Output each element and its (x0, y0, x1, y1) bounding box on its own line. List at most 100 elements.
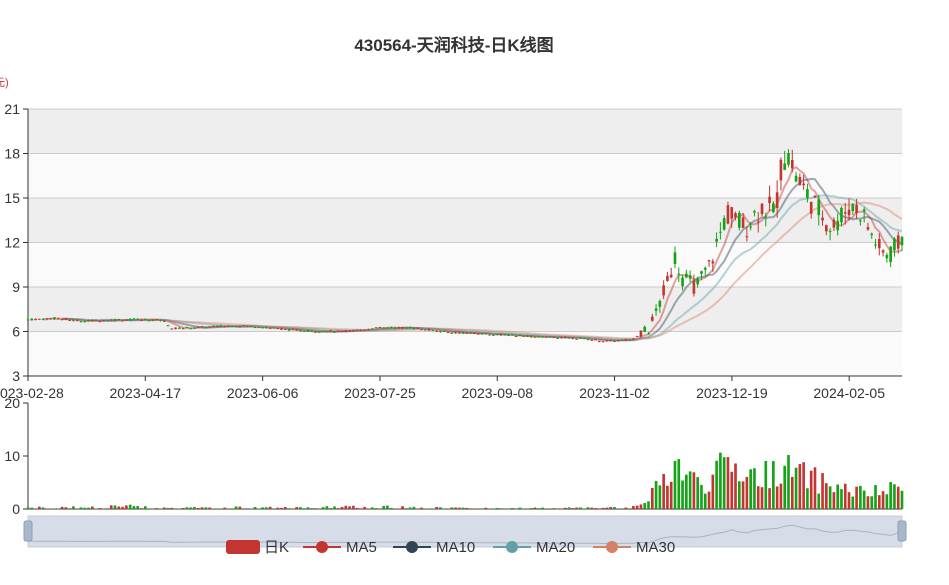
candle-body (893, 238, 896, 251)
candle-body (340, 330, 344, 332)
grid-band (28, 109, 902, 154)
legend-kline-icon (226, 540, 260, 554)
date-tick-label: 2023-09-08 (461, 385, 533, 401)
volume-bar (212, 508, 215, 510)
candle-body (582, 338, 586, 340)
volume-bar (53, 508, 56, 509)
candle-body (575, 338, 578, 340)
volume-bar (685, 474, 688, 509)
volume-bar (798, 464, 802, 509)
volume-bar (643, 503, 647, 509)
candle-body (605, 340, 609, 342)
volume-bar (140, 508, 143, 509)
volume-bar (219, 508, 223, 509)
data-zoom-handle[interactable] (23, 520, 33, 542)
candle-body (109, 319, 113, 321)
volume-bar (745, 476, 749, 509)
candle-body (287, 329, 291, 331)
candle-body (53, 317, 56, 320)
candle-body (859, 220, 862, 222)
volume-bar (299, 507, 302, 509)
candle-body (503, 334, 507, 336)
volume-bar (889, 482, 892, 509)
candle-body (299, 330, 302, 332)
volume-bar (405, 508, 408, 509)
volume-bar (117, 506, 121, 509)
candle-body (692, 280, 696, 294)
candle-body (219, 325, 223, 327)
candle-body (344, 330, 348, 333)
volume-bar (234, 506, 238, 509)
volume-bar (435, 507, 438, 509)
candle-body (75, 320, 79, 322)
candle-body (885, 255, 889, 259)
candle-body (647, 333, 650, 335)
candle-body (806, 189, 809, 199)
candle-body (764, 215, 768, 217)
candle-body (431, 330, 435, 332)
volume-bar (715, 460, 718, 509)
candle-body (68, 319, 71, 321)
candle-body (495, 334, 499, 336)
candle-body (635, 335, 639, 337)
volume-bar (170, 507, 174, 509)
candle-body (787, 152, 790, 165)
volume-bar (174, 508, 177, 510)
candle-body (370, 328, 374, 330)
candle-body (669, 274, 673, 278)
grid-band (28, 198, 902, 243)
grid-band (28, 287, 902, 332)
volume-bar (151, 508, 155, 510)
volume-bar (545, 508, 548, 510)
volume-axis: 0 10 20 (4, 395, 28, 517)
candle-body (367, 329, 370, 331)
data-zoom-handle[interactable] (897, 520, 907, 542)
candle-body (352, 330, 355, 332)
volume-bar (125, 505, 128, 509)
volume-tick-label: 0 (12, 501, 20, 517)
volume-bar (113, 505, 117, 509)
candle-body (234, 326, 238, 328)
volume-bar (647, 501, 650, 509)
candle-body (476, 333, 480, 335)
volume-bar (862, 490, 866, 509)
volume-bar (121, 506, 124, 509)
candle-body (314, 331, 317, 333)
candle-body (711, 261, 715, 264)
candle-body (594, 339, 597, 341)
volume-bar (840, 489, 843, 509)
volume-bar (295, 507, 298, 509)
volume-bar (227, 508, 230, 509)
candle-body (439, 330, 442, 333)
volume-bar (370, 507, 374, 509)
candle-body (881, 250, 885, 253)
candle-body (446, 332, 450, 334)
volume-bar (64, 507, 68, 509)
candle-body (306, 330, 310, 332)
volume-bar (427, 508, 431, 510)
candle-body (821, 217, 824, 221)
volume-bar (344, 505, 348, 509)
volume-bar (238, 506, 242, 509)
candle-body (442, 331, 446, 333)
volume-bar (49, 508, 53, 510)
volume-bar (488, 508, 491, 510)
candle-body (677, 273, 681, 275)
candle-body (170, 328, 174, 330)
volume-bar (783, 465, 787, 509)
volume-bar (75, 508, 79, 510)
candle-body (560, 337, 563, 339)
candle-body (265, 327, 268, 329)
date-tick-label: 2023-04-17 (109, 385, 181, 401)
volume-bar (825, 483, 828, 509)
candle-body (102, 320, 105, 322)
volume-bar (632, 505, 635, 509)
price-tick-label: 9 (12, 279, 20, 295)
candle-body (140, 319, 143, 321)
candle-body (673, 252, 677, 264)
candle-body (325, 331, 329, 333)
candle-body (480, 333, 484, 335)
candle-body (734, 213, 737, 218)
legend-label: MA10 (436, 539, 475, 556)
volume-bar (893, 484, 896, 509)
